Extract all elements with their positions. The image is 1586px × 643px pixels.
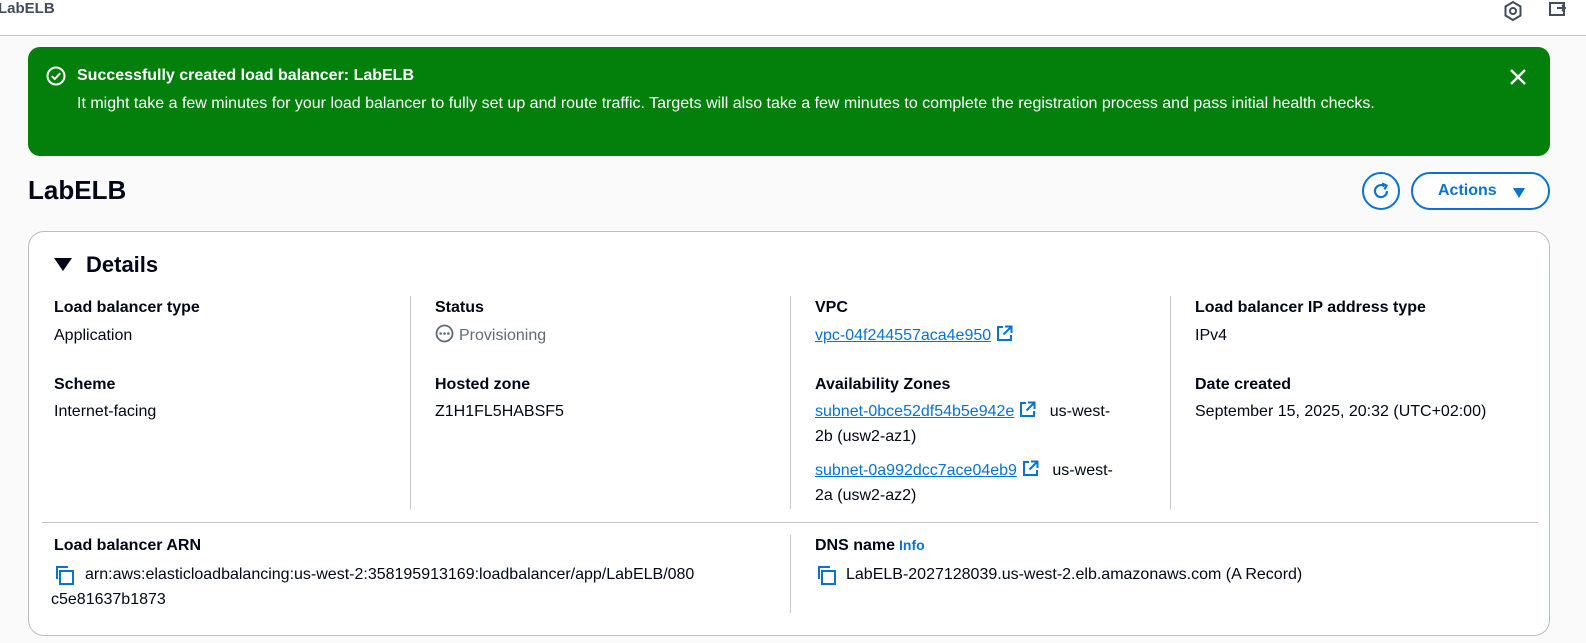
info-link[interactable]: Info — [899, 537, 925, 553]
details-header-label: Details — [86, 252, 159, 277]
share-screen-icon[interactable] — [1548, 0, 1570, 22]
arn-value-line1: arn:aws:elasticloadbalancing:us-west-2:3… — [85, 566, 695, 583]
banner-title-prefix: Successfully created load balancer: — [77, 67, 354, 84]
vpc-value: vpc-04f244557aca4e950 — [815, 323, 1014, 348]
az-zone-part1: us-west- — [1049, 403, 1111, 420]
window-title: LabELB — [0, 0, 55, 17]
ip-type-value: IPv4 — [1195, 327, 1228, 344]
subnet-link[interactable]: subnet-0a992dcc7ace04eb9 — [815, 462, 1017, 479]
column-divider — [410, 296, 411, 509]
hosted-zone-value: Z1H1FL5HABSF5 — [435, 403, 564, 420]
dns-label-text: DNS name — [815, 537, 896, 554]
close-icon[interactable] — [1508, 67, 1528, 87]
date-created-label: Date created — [1195, 376, 1292, 393]
banner-message: It might take a few minutes for your loa… — [77, 95, 1375, 112]
actions-button-label: Actions — [1438, 182, 1497, 199]
actions-button[interactable]: Actions — [1411, 172, 1550, 210]
section-divider — [42, 522, 1538, 523]
details-header[interactable]: Details — [54, 252, 158, 278]
hosted-zone-label: Hosted zone — [435, 376, 531, 393]
dns-value: LabELB-2027128039.us-west-2.elb.amazonaw… — [846, 566, 1303, 583]
vpc-link[interactable]: vpc-04f244557aca4e950 — [815, 327, 991, 344]
expand-caret-icon — [54, 257, 72, 271]
scheme-value: Internet-facing — [54, 403, 157, 420]
column-divider — [790, 535, 791, 613]
status-text: Provisioning — [459, 327, 547, 344]
pending-icon — [435, 324, 454, 343]
dns-label: DNS name Info — [815, 537, 925, 555]
vpc-label: VPC — [815, 299, 848, 316]
caret-down-icon — [1512, 186, 1526, 204]
details-container: Details Load balancer type Application S… — [28, 231, 1550, 636]
az-item: subnet-0bce52df54b5e942e us-west- 2b (us… — [815, 399, 1155, 449]
az-item: subnet-0a992dcc7ace04eb9 us-west- 2a (us… — [815, 458, 1155, 508]
refresh-button[interactable] — [1362, 172, 1400, 210]
date-created-value: September 15, 2025, 20:32 (UTC+02:00) — [1195, 403, 1487, 420]
copy-icon[interactable] — [54, 565, 75, 586]
subnet-link[interactable]: subnet-0bce52df54b5e942e — [815, 403, 1014, 420]
success-flashbar: Successfully created load balancer: LabE… — [28, 47, 1550, 156]
page-title: LabELB — [28, 175, 127, 205]
column-divider — [1170, 296, 1171, 509]
extension-icon[interactable] — [1502, 0, 1524, 22]
banner-title: Successfully created load balancer: LabE… — [77, 67, 414, 85]
scheme-label: Scheme — [54, 376, 116, 393]
column-divider — [790, 296, 791, 509]
external-link-icon[interactable] — [995, 324, 1014, 343]
azs-label: Availability Zones — [815, 376, 951, 393]
az-zone-part1: us-west- — [1052, 462, 1113, 479]
lb-type-value: Application — [54, 327, 133, 344]
copy-icon[interactable] — [816, 565, 837, 586]
arn-label: Load balancer ARN — [54, 537, 201, 554]
ip-type-label: Load balancer IP address type — [1195, 299, 1426, 316]
status-value: Provisioning — [435, 323, 546, 348]
success-check-icon — [46, 66, 66, 86]
az-zone-part2: 2a (usw2-az2) — [815, 487, 917, 504]
refresh-icon — [1373, 182, 1389, 199]
status-label: Status — [435, 299, 484, 316]
external-link-icon[interactable] — [1021, 459, 1040, 478]
external-link-icon[interactable] — [1018, 400, 1037, 419]
arn-value-line2: c5e81637b1873 — [51, 591, 166, 608]
banner-title-name: LabELB — [353, 67, 415, 84]
az-zone-part2: 2b (usw2-az1) — [815, 428, 917, 445]
lb-type-label: Load balancer type — [54, 299, 200, 316]
top-bar: LabELB — [0, 0, 1586, 36]
